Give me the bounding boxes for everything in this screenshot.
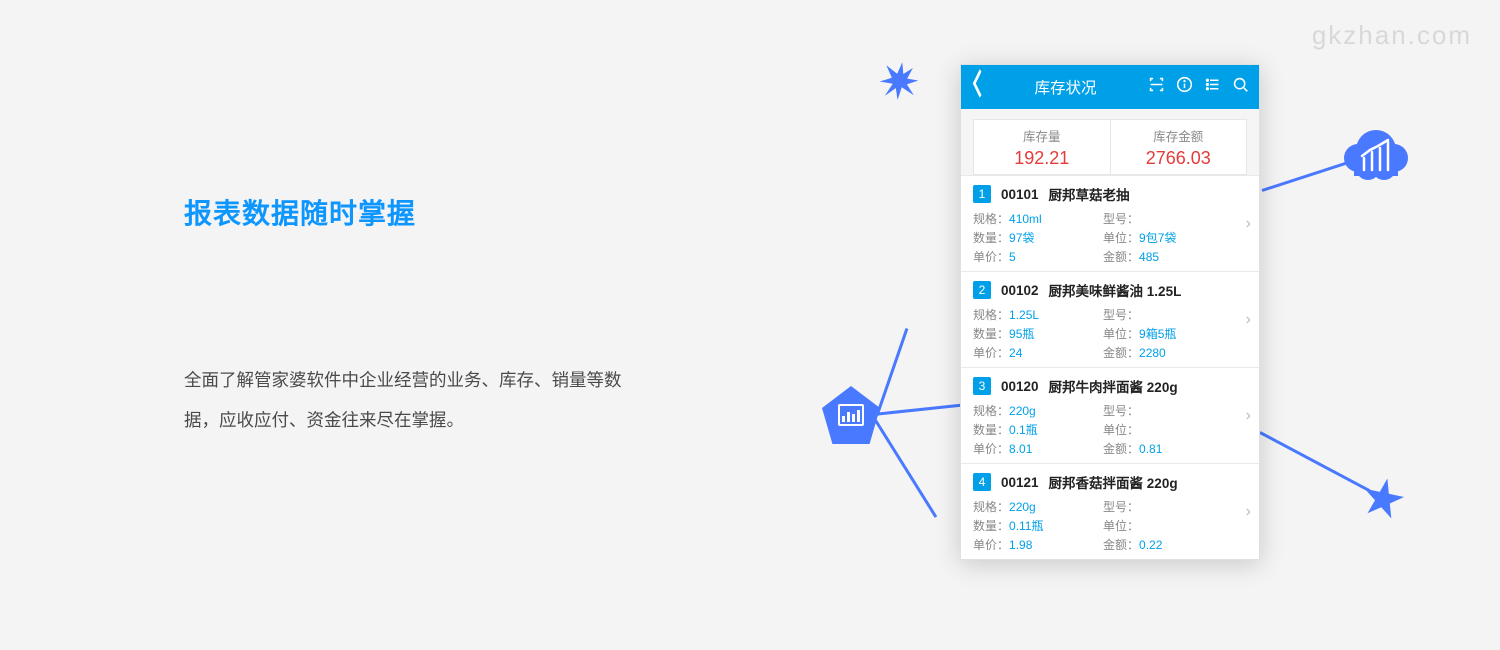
item-unit: 单位：9箱5瓶 bbox=[1103, 325, 1233, 342]
item-unit: 单位： bbox=[1103, 421, 1233, 438]
header-title: 库存状况 bbox=[1034, 76, 1096, 98]
list-item[interactable]: 1 00101 厨邦草菇老抽 规格：410ml 型号： 数量：97袋 单位：9包… bbox=[961, 175, 1259, 271]
item-code: 00120 bbox=[1001, 379, 1039, 394]
item-name: 厨邦牛肉拌面酱 220g bbox=[1049, 376, 1178, 396]
item-amount: 金额：0.22 bbox=[1103, 536, 1233, 553]
item-index-badge: 1 bbox=[973, 185, 991, 203]
summary-label: 库存金额 bbox=[1153, 126, 1203, 145]
list-icon[interactable] bbox=[1204, 76, 1221, 98]
item-spec: 规格：410ml bbox=[973, 210, 1103, 227]
summary-stock-amount[interactable]: 库存金额 2766.03 bbox=[1111, 120, 1247, 174]
chevron-right-icon: › bbox=[1246, 215, 1251, 233]
chevron-right-icon: › bbox=[1246, 503, 1251, 521]
list-item[interactable]: 3 00120 厨邦牛肉拌面酱 220g 规格：220g 型号： 数量：0.1瓶… bbox=[961, 367, 1259, 463]
item-spec: 规格：220g bbox=[973, 498, 1103, 515]
search-icon[interactable] bbox=[1232, 76, 1249, 98]
watermark-text: gkzhan.com bbox=[1312, 20, 1472, 51]
item-unit: 单位： bbox=[1103, 517, 1233, 534]
item-name: 厨邦草菇老抽 bbox=[1049, 184, 1130, 204]
item-price: 单价：1.98 bbox=[973, 536, 1103, 553]
item-amount: 金额：2280 bbox=[1103, 344, 1233, 361]
bar-chart-icon bbox=[838, 404, 864, 426]
connector-line bbox=[874, 419, 937, 518]
chart-pentagon-icon bbox=[822, 386, 880, 444]
mobile-app-mock: 库存状况 库存量 192.21 库存金额 2766.03 1 00101 厨邦草… bbox=[960, 64, 1260, 560]
inventory-list: 1 00101 厨邦草菇老抽 规格：410ml 型号： 数量：97袋 单位：9包… bbox=[961, 175, 1259, 559]
item-qty: 数量：95瓶 bbox=[973, 325, 1103, 342]
burst-icon bbox=[877, 59, 921, 103]
item-spec: 规格：1.25L bbox=[973, 306, 1103, 323]
connector-line bbox=[1259, 431, 1370, 492]
scan-icon[interactable] bbox=[1148, 76, 1165, 98]
item-code: 00101 bbox=[1001, 187, 1039, 202]
star-icon bbox=[1358, 474, 1408, 524]
item-index-badge: 4 bbox=[973, 473, 991, 491]
item-spec: 规格：220g bbox=[973, 402, 1103, 419]
page-description: 全面了解管家婆软件中企业经营的业务、库存、销量等数据，应收应付、资金往来尽在掌握… bbox=[184, 360, 654, 441]
summary-stock-qty[interactable]: 库存量 192.21 bbox=[974, 120, 1111, 174]
summary-value: 2766.03 bbox=[1146, 148, 1211, 169]
item-qty: 数量：0.11瓶 bbox=[973, 517, 1103, 534]
app-header: 库存状况 bbox=[961, 65, 1259, 109]
summary-value: 192.21 bbox=[1014, 148, 1069, 169]
list-item[interactable]: 4 00121 厨邦香菇拌面酱 220g 规格：220g 型号： 数量：0.11… bbox=[961, 463, 1259, 559]
item-code: 00102 bbox=[1001, 283, 1039, 298]
item-price: 单价：5 bbox=[973, 248, 1103, 265]
item-qty: 数量：97袋 bbox=[973, 229, 1103, 246]
item-name: 厨邦香菇拌面酱 220g bbox=[1049, 472, 1178, 492]
item-model: 型号： bbox=[1103, 402, 1233, 419]
page-heading: 报表数据随时掌握 bbox=[184, 192, 654, 232]
chevron-right-icon: › bbox=[1246, 311, 1251, 329]
cloud-chart-icon bbox=[1340, 120, 1412, 192]
info-icon[interactable] bbox=[1176, 76, 1193, 98]
marketing-copy: 报表数据随时掌握 全面了解管家婆软件中企业经营的业务、库存、销量等数据，应收应付… bbox=[184, 192, 654, 441]
item-unit: 单位：9包7袋 bbox=[1103, 229, 1233, 246]
item-index-badge: 3 bbox=[973, 377, 991, 395]
item-amount: 金额：485 bbox=[1103, 248, 1233, 265]
item-price: 单价：24 bbox=[973, 344, 1103, 361]
item-index-badge: 2 bbox=[973, 281, 991, 299]
back-button[interactable] bbox=[971, 67, 983, 107]
summary-card: 库存量 192.21 库存金额 2766.03 bbox=[973, 119, 1247, 175]
item-model: 型号： bbox=[1103, 306, 1233, 323]
item-qty: 数量：0.1瓶 bbox=[973, 421, 1103, 438]
item-model: 型号： bbox=[1103, 210, 1233, 227]
list-item[interactable]: 2 00102 厨邦美味鲜酱油 1.25L 规格：1.25L 型号： 数量：95… bbox=[961, 271, 1259, 367]
item-amount: 金额：0.81 bbox=[1103, 440, 1233, 457]
item-code: 00121 bbox=[1001, 475, 1039, 490]
chevron-right-icon: › bbox=[1246, 407, 1251, 425]
summary-label: 库存量 bbox=[1023, 126, 1061, 145]
item-model: 型号： bbox=[1103, 498, 1233, 515]
item-price: 单价：8.01 bbox=[973, 440, 1103, 457]
summary-card-wrap: 库存量 192.21 库存金额 2766.03 bbox=[961, 109, 1259, 175]
connector-line bbox=[876, 328, 909, 416]
item-name: 厨邦美味鲜酱油 1.25L bbox=[1049, 280, 1182, 300]
